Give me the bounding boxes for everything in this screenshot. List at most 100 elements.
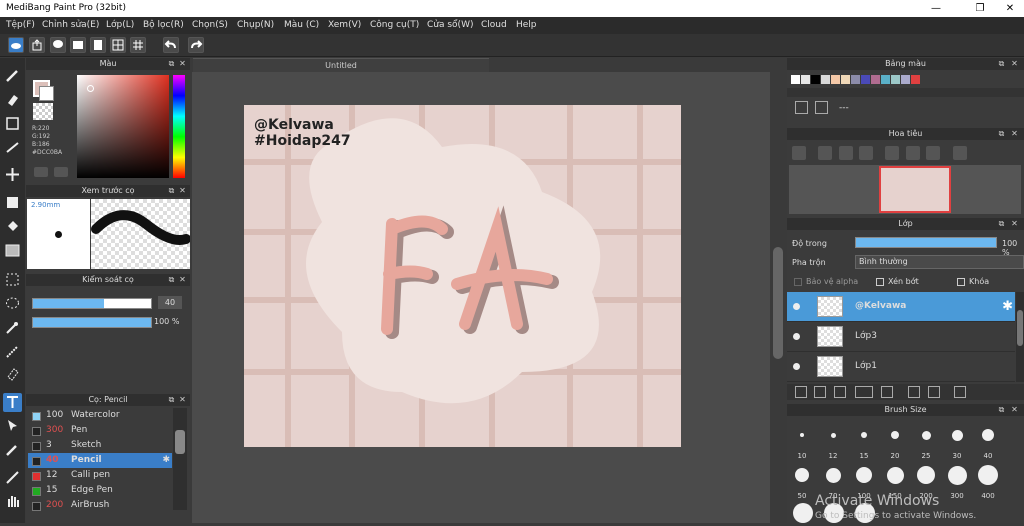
brush-size-value[interactable]: 40 xyxy=(158,296,182,309)
delete-layer-icon[interactable] xyxy=(954,386,966,398)
folder-icon[interactable] xyxy=(881,386,893,398)
color-mode-button[interactable] xyxy=(54,167,68,177)
share-icon[interactable] xyxy=(29,37,45,53)
brush-settings-icon[interactable]: ✱ xyxy=(162,453,170,468)
menu-layer[interactable]: Lớp(L) xyxy=(106,20,134,30)
gradient-icon[interactable] xyxy=(3,241,22,260)
zoom-out-icon[interactable] xyxy=(859,146,873,160)
bucket-icon[interactable] xyxy=(3,217,22,236)
palette-swatch[interactable] xyxy=(861,75,870,84)
close-icon[interactable]: ✕ xyxy=(1010,405,1019,414)
flip-icon[interactable] xyxy=(906,146,920,160)
brush-size-option[interactable] xyxy=(886,466,904,484)
layer-row[interactable]: Lớp3 xyxy=(787,322,1015,352)
move-icon[interactable] xyxy=(3,165,22,184)
close-icon[interactable]: ✕ xyxy=(1010,59,1019,68)
zoom-in-icon[interactable] xyxy=(792,146,806,160)
menu-file[interactable]: Tệp(F) xyxy=(6,20,35,30)
grid-icon[interactable] xyxy=(130,37,146,53)
canvas-area[interactable]: @Kelvawa #Hoidap247 xyxy=(192,72,770,523)
float-icon[interactable]: ⧉ xyxy=(167,59,176,68)
canvas-document[interactable]: @Kelvawa #Hoidap247 xyxy=(192,72,770,523)
palette-swatch[interactable] xyxy=(801,75,810,84)
layer-visibility-icon[interactable] xyxy=(793,363,800,370)
layer-settings-icon[interactable]: ✱ xyxy=(1002,299,1013,314)
minimize-button[interactable]: — xyxy=(918,0,954,17)
close-icon[interactable]: ✕ xyxy=(178,275,187,284)
brush-size-option[interactable] xyxy=(825,467,841,483)
float-icon[interactable]: ⧉ xyxy=(167,395,176,404)
brush-item[interactable]: 300 Pen xyxy=(28,423,172,438)
clipping-checkbox[interactable] xyxy=(876,278,884,286)
brush-item[interactable]: 100 Watercolor xyxy=(28,408,172,423)
line-icon[interactable] xyxy=(3,138,22,157)
select-eraser-icon[interactable] xyxy=(3,364,22,383)
page-icon[interactable] xyxy=(90,37,106,53)
add-layer-dropdown-icon[interactable] xyxy=(855,386,873,398)
brush-size-slider[interactable] xyxy=(32,298,152,309)
new-halftone-layer-icon[interactable] xyxy=(814,386,826,398)
menu-window[interactable]: Cửa sổ(W) xyxy=(427,20,473,30)
palette-swatch[interactable] xyxy=(811,75,820,84)
menu-select[interactable]: Chọn(S) xyxy=(192,20,228,30)
eraser-icon[interactable] xyxy=(3,90,22,109)
palette-mode-button[interactable] xyxy=(34,167,48,177)
text-icon[interactable] xyxy=(3,393,22,412)
navigator-viewport[interactable] xyxy=(879,166,951,213)
layer-opacity-slider[interactable] xyxy=(855,237,997,248)
palette-swatch[interactable] xyxy=(901,75,910,84)
palette-swatch[interactable] xyxy=(851,75,860,84)
float-icon[interactable]: ⧉ xyxy=(997,59,1006,68)
canvas-scroll-thumb[interactable] xyxy=(773,247,783,359)
brush-size-option[interactable] xyxy=(917,466,935,484)
fill-rect-icon[interactable] xyxy=(3,193,22,212)
close-icon[interactable]: ✕ xyxy=(178,186,187,195)
layer-visibility-icon[interactable] xyxy=(793,303,800,310)
float-icon[interactable]: ⧉ xyxy=(167,275,176,284)
layer-row[interactable]: @Kelvawa ✱ xyxy=(787,292,1015,322)
brush-item[interactable]: 3 Sketch xyxy=(28,438,172,453)
float-icon[interactable]: ⧉ xyxy=(167,186,176,195)
add-palette-icon[interactable] xyxy=(795,101,808,114)
close-icon[interactable]: ✕ xyxy=(1010,219,1019,228)
menu-filter[interactable]: Bộ lọc(R) xyxy=(143,20,184,30)
float-icon[interactable]: ⧉ xyxy=(997,405,1006,414)
brush-size-option[interactable] xyxy=(978,465,998,485)
brush-size-option[interactable] xyxy=(793,503,813,523)
navigator-preview[interactable] xyxy=(789,165,1021,214)
close-button[interactable]: ✕ xyxy=(992,0,1024,17)
hand-icon[interactable] xyxy=(3,492,22,511)
lock-checkbox[interactable] xyxy=(957,278,965,286)
brush-list-scroll-thumb[interactable] xyxy=(175,430,185,454)
rotate-right-icon[interactable] xyxy=(926,146,940,160)
menu-tools[interactable]: Công cụ(T) xyxy=(370,20,419,30)
brush-size-option[interactable] xyxy=(861,432,867,438)
canvas-text-username[interactable]: @Kelvawa xyxy=(254,117,334,133)
trash-icon[interactable] xyxy=(815,101,828,114)
brush-size-option[interactable] xyxy=(830,432,836,438)
palette-swatch[interactable] xyxy=(911,75,920,84)
close-icon[interactable]: ✕ xyxy=(1010,129,1019,138)
menu-view[interactable]: Xem(V) xyxy=(328,20,361,30)
canvas-vertical-scrollbar[interactable] xyxy=(770,72,787,523)
brush-size-option[interactable] xyxy=(856,467,872,483)
comment-icon[interactable] xyxy=(50,37,66,53)
palette-swatch[interactable] xyxy=(871,75,880,84)
transparent-swatch[interactable] xyxy=(33,103,53,120)
saturation-value-picker[interactable] xyxy=(77,75,169,178)
brush-icon[interactable] xyxy=(3,66,22,85)
layer-list-scrollbar[interactable] xyxy=(1016,292,1024,382)
new-layer-icon[interactable] xyxy=(795,386,807,398)
operation-icon[interactable] xyxy=(3,416,22,435)
layer-visibility-icon[interactable] xyxy=(793,333,800,340)
brush-size-option[interactable] xyxy=(951,429,963,441)
float-icon[interactable]: ⧉ xyxy=(997,129,1006,138)
palette-swatch[interactable] xyxy=(791,75,800,84)
brush-item[interactable]: 15 Edge Pen xyxy=(28,483,172,498)
close-icon[interactable]: ✕ xyxy=(178,395,187,404)
blend-mode-select[interactable]: Bình thường xyxy=(855,255,1024,269)
duplicate-layer-icon[interactable] xyxy=(908,386,920,398)
new-8bit-layer-icon[interactable] xyxy=(834,386,846,398)
magic-wand-icon[interactable] xyxy=(3,318,22,337)
palette-swatch[interactable] xyxy=(891,75,900,84)
